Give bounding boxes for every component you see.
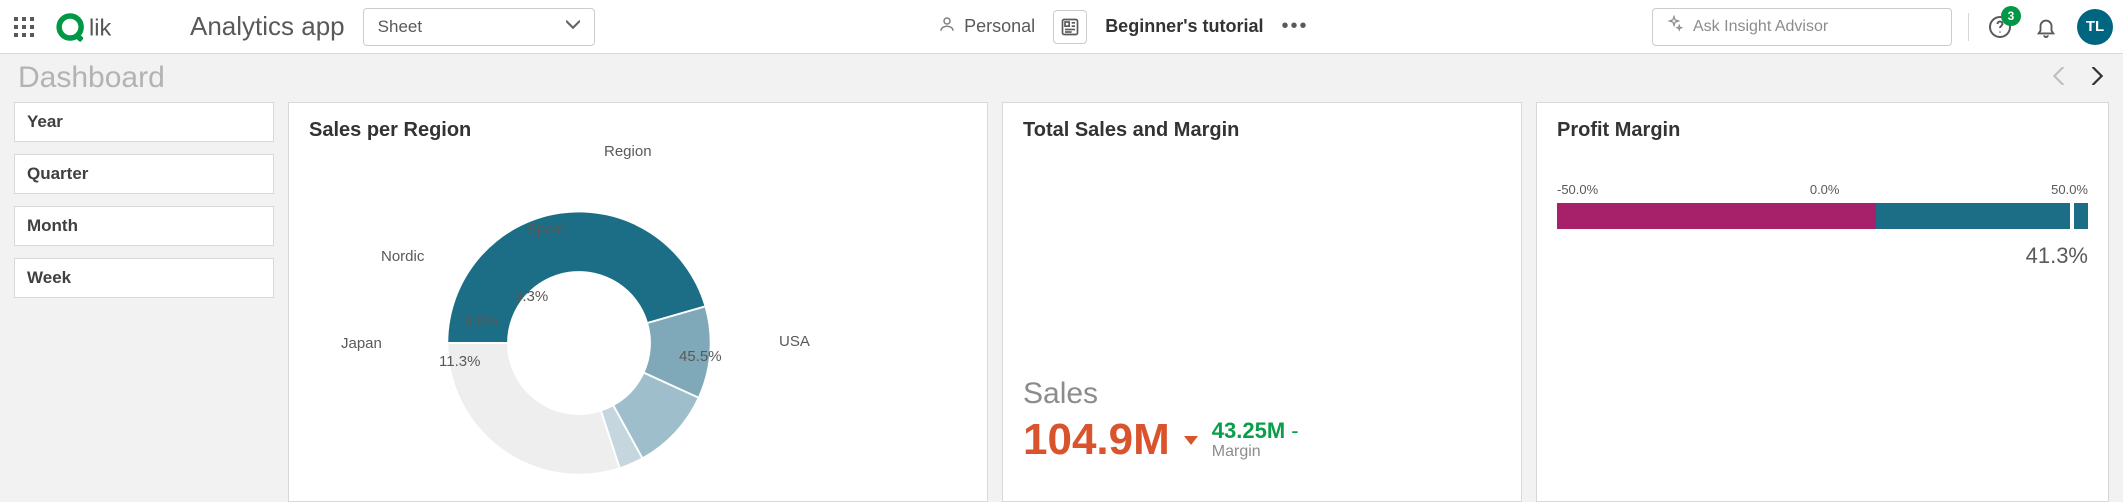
margin-value: 41.3% xyxy=(1557,243,2088,269)
prev-sheet-icon xyxy=(2051,64,2069,92)
donut-chart xyxy=(409,173,749,502)
filter-month[interactable]: Month xyxy=(14,206,274,246)
axis-max: 50.0% xyxy=(2051,182,2088,197)
page-title: Dashboard xyxy=(18,61,165,95)
slice-label-nordic: Nordic xyxy=(381,248,424,265)
kpi-sub-label: Margin xyxy=(1212,443,1299,461)
more-menu-icon[interactable]: ••• xyxy=(1282,15,1309,38)
personal-label: Personal xyxy=(964,16,1035,37)
sheet-nav xyxy=(2051,64,2105,92)
next-sheet-icon[interactable] xyxy=(2087,64,2105,92)
margin-bar-pos xyxy=(1876,203,2088,229)
filter-week[interactable]: Week xyxy=(14,258,274,298)
kpi-sub-dash: - xyxy=(1291,418,1298,443)
kpi-sub-value: 43.25M xyxy=(1212,418,1285,443)
slice-value-usa: 45.5% xyxy=(679,348,722,365)
kpi-card-title: Total Sales and Margin xyxy=(1023,119,1501,142)
margin-axis: -50.0% 0.0% 50.0% xyxy=(1557,182,2088,197)
svg-text:lik: lik xyxy=(89,14,111,40)
sheet-dropdown-label: Sheet xyxy=(378,17,422,37)
sparkle-icon xyxy=(1665,15,1683,38)
slice-label-japan: Japan xyxy=(341,335,382,352)
qlik-logo[interactable]: lik xyxy=(56,10,166,44)
margin-card-title: Profit Margin xyxy=(1557,119,2088,142)
total-sales-margin-card[interactable]: Total Sales and Margin Sales 104.9M 43.2… xyxy=(1002,102,1522,502)
axis-mid: 0.0% xyxy=(1810,182,1840,197)
filter-column: Year Quarter Month Week xyxy=(14,102,274,502)
personal-space[interactable]: Personal xyxy=(938,15,1035,38)
slice-value-nordic: 9.9% xyxy=(464,313,498,330)
dashboard-body: Year Quarter Month Week Sales per Region… xyxy=(0,102,2123,502)
sales-per-region-card[interactable]: Sales per Region Region xyxy=(288,102,988,502)
title-bar: Dashboard xyxy=(0,54,2123,102)
insight-search[interactable] xyxy=(1652,8,1952,46)
user-avatar[interactable]: TL xyxy=(2077,9,2113,45)
help-icon[interactable]: 3 xyxy=(1985,12,2015,42)
kpi-value: 104.9M xyxy=(1023,415,1170,465)
filter-year[interactable]: Year xyxy=(14,102,274,142)
axis-min: -50.0% xyxy=(1557,182,1598,197)
divider xyxy=(1968,13,1969,41)
top-center: Personal Beginner's tutorial ••• xyxy=(613,10,1634,44)
slice-value-spain: 3.3% xyxy=(514,288,548,305)
margin-bar-mark xyxy=(2070,203,2074,229)
insight-search-input[interactable] xyxy=(1693,18,1939,36)
kpi-label: Sales xyxy=(1023,377,1501,411)
profit-margin-card[interactable]: Profit Margin -50.0% 0.0% 50.0% 41.3% xyxy=(1536,102,2109,502)
bell-icon[interactable] xyxy=(2031,12,2061,42)
help-badge: 3 xyxy=(2001,6,2021,26)
app-launcher-icon[interactable] xyxy=(10,13,38,41)
trend-down-icon xyxy=(1184,436,1198,445)
person-icon xyxy=(938,15,956,38)
margin-bar xyxy=(1557,203,2088,229)
sheet-dropdown[interactable]: Sheet xyxy=(363,8,595,46)
filter-quarter[interactable]: Quarter xyxy=(14,154,274,194)
top-right: 3 TL xyxy=(1652,8,2113,46)
app-name: Analytics app xyxy=(190,11,345,42)
chevron-down-icon xyxy=(566,17,580,37)
kpi-body: Sales 104.9M 43.25M - Margin xyxy=(1023,377,1501,485)
slice-label-usa: USA xyxy=(779,333,810,350)
legend-title: Region xyxy=(604,143,652,160)
region-card-title: Sales per Region xyxy=(309,119,967,142)
sheet-title[interactable]: Beginner's tutorial xyxy=(1105,16,1263,37)
slice-value-japan: 11.3% xyxy=(439,353,480,370)
top-bar: lik Analytics app Sheet Personal Beginne… xyxy=(0,0,2123,54)
slice-label-spain: Spain xyxy=(527,221,565,238)
sheet-icon[interactable] xyxy=(1053,10,1087,44)
margin-bar-neg xyxy=(1557,203,1876,229)
